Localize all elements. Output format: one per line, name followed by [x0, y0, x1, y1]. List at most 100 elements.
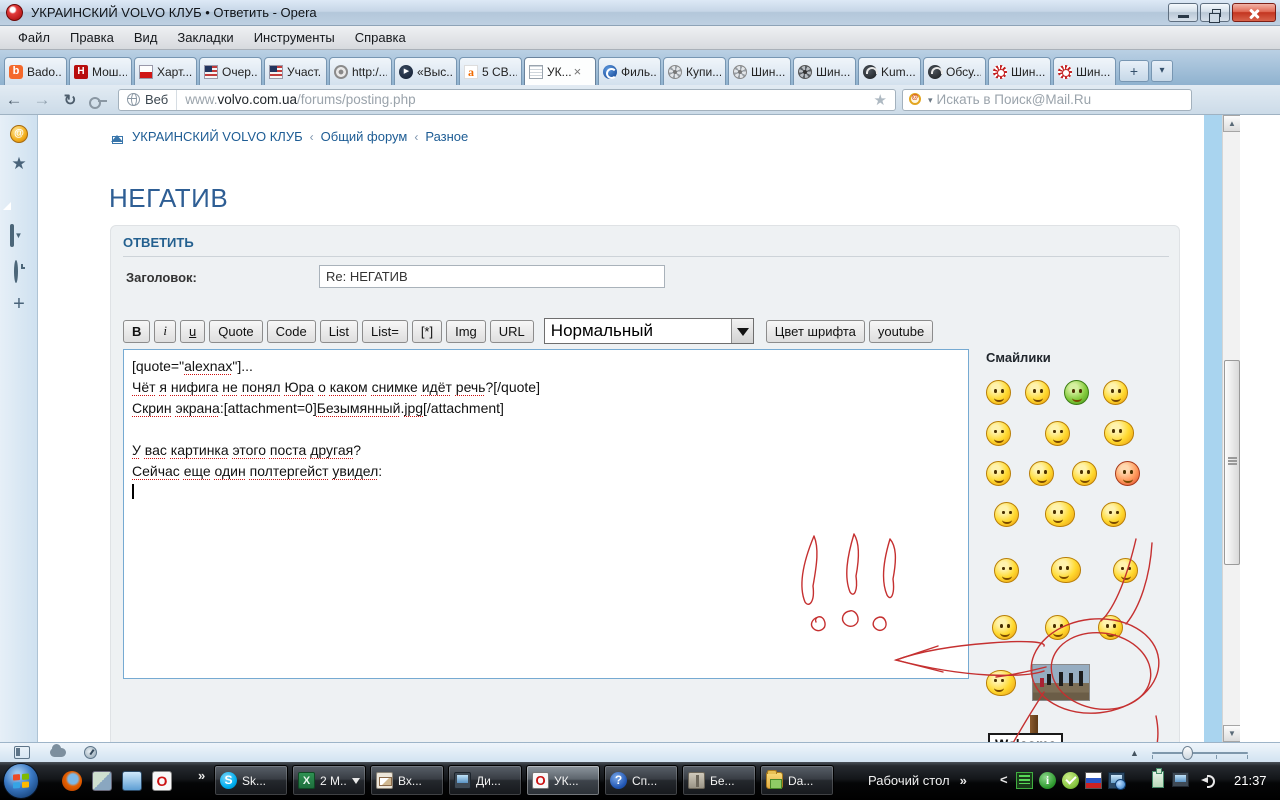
taskbar-button[interactable]: Sk...: [214, 765, 288, 796]
breadcrumb-link[interactable]: Разное: [425, 129, 468, 144]
opera-turbo-icon[interactable]: [84, 746, 97, 759]
bbcode-i-button[interactable]: i: [154, 320, 176, 343]
browser-tab[interactable]: Шин...: [988, 57, 1051, 85]
forward-button[interactable]: →: [28, 90, 56, 110]
explorer-icon[interactable]: [92, 771, 112, 791]
smiley-trash-bag[interactable]: [992, 615, 1017, 640]
menu-item[interactable]: Файл: [8, 27, 60, 48]
tab-close-icon[interactable]: ×: [574, 66, 582, 78]
network-pc-icon[interactable]: [1108, 772, 1125, 789]
browser-tab[interactable]: Харт...: [134, 57, 197, 85]
font-color-button[interactable]: Цвет шрифта: [766, 320, 865, 343]
smiley-monocle[interactable]: [1045, 421, 1070, 446]
bbcode-b-button[interactable]: B: [123, 320, 150, 343]
volume-icon[interactable]: [1197, 772, 1215, 788]
network-icon[interactable]: [1172, 772, 1189, 787]
start-button[interactable]: [3, 763, 39, 799]
browser-tab[interactable]: Kum...: [858, 57, 921, 85]
tray-collapse-chevron[interactable]: <: [1000, 772, 1008, 787]
quick-launch-overflow-chevron[interactable]: »: [198, 768, 205, 783]
smiley-scream[interactable]: [1045, 501, 1075, 527]
smiley-welcome-sign[interactable]: Welcome: [986, 727, 1096, 742]
desktop-toolbar[interactable]: Рабочий стол »: [868, 773, 967, 788]
smiley-viking-axe[interactable]: [1051, 557, 1081, 583]
smiley-sick-green[interactable]: [1064, 380, 1089, 405]
back-button[interactable]: ←: [0, 90, 28, 110]
browser-tab[interactable]: Bado...: [4, 57, 67, 85]
browser-tab[interactable]: Шин...: [1053, 57, 1116, 85]
menu-item[interactable]: Вид: [124, 27, 168, 48]
menu-item[interactable]: Правка: [60, 27, 124, 48]
subject-input[interactable]: [319, 265, 665, 288]
panels-toggle-icon[interactable]: [14, 746, 30, 759]
antivirus-icon[interactable]: [1062, 772, 1079, 789]
browser-tab[interactable]: Филь...: [598, 57, 661, 85]
smiley-wink-point[interactable]: [1072, 461, 1097, 486]
new-tab-button[interactable]: +: [1119, 60, 1149, 82]
bbcode-list-button[interactable]: List: [320, 320, 358, 343]
smiley-facepalm[interactable]: [1103, 380, 1128, 405]
close-button[interactable]: [1232, 3, 1276, 22]
smiley-wave-hello[interactable]: [994, 502, 1019, 527]
smiley-mullet[interactable]: [1098, 615, 1123, 640]
power-icon[interactable]: [1152, 771, 1164, 788]
smiley-surrender[interactable]: [1025, 380, 1050, 405]
browser-tab[interactable]: Участ...: [264, 57, 327, 85]
downloads-icon[interactable]: [10, 224, 14, 247]
menu-item[interactable]: Закладки: [167, 27, 243, 48]
ru-flag-icon[interactable]: [1085, 772, 1102, 789]
smiley-popcorn[interactable]: [994, 558, 1019, 583]
taskbar-button[interactable]: Бе...: [682, 765, 756, 796]
message-textarea[interactable]: [quote="alexnax"]...Чёт я нифига не поня…: [123, 349, 969, 679]
browser-tab[interactable]: Купи...: [663, 57, 726, 85]
info-icon[interactable]: [1039, 772, 1056, 789]
minimize-button[interactable]: [1168, 3, 1198, 22]
bookmarks-star-icon[interactable]: ★: [10, 155, 28, 173]
address-field[interactable]: Веб www.volvo.com.ua/forums/posting.php …: [118, 89, 896, 111]
bbcode-u-button[interactable]: u: [180, 320, 205, 343]
browser-tab[interactable]: Мош...: [69, 57, 132, 85]
browser-tab[interactable]: «Выс...: [394, 57, 457, 85]
scroll-down-icon[interactable]: ▼: [1223, 725, 1240, 742]
password-wand-icon[interactable]: [88, 93, 108, 107]
bbcode-code-button[interactable]: Code: [267, 320, 316, 343]
font-size-select[interactable]: Нормальный: [544, 318, 754, 344]
browser-tab[interactable]: Шин...: [728, 57, 791, 85]
youtube-button[interactable]: youtube: [869, 320, 933, 343]
smiley-shrug[interactable]: [986, 461, 1011, 486]
add-panel-icon[interactable]: +: [10, 295, 28, 313]
bbcode-[*]-button[interactable]: [*]: [412, 320, 442, 343]
photo-thumbnail[interactable]: [1032, 664, 1090, 701]
home-icon[interactable]: [110, 130, 125, 143]
smiley-kiss-pair[interactable]: [986, 670, 1016, 696]
smiley-blush-red[interactable]: [1115, 461, 1140, 486]
select-dropdown-icon[interactable]: [731, 319, 753, 343]
zoom-menu-icon[interactable]: ▲: [1130, 748, 1139, 758]
bbcode-url-button[interactable]: URL: [490, 320, 534, 343]
opera-ql-icon[interactable]: [152, 771, 172, 791]
firefox-icon[interactable]: [62, 771, 82, 791]
zoom-slider[interactable]: [1152, 752, 1248, 754]
search-input[interactable]: ▾ Искать в Поиск@Mail.Ru: [902, 89, 1192, 111]
bbcode-img-button[interactable]: Img: [446, 320, 486, 343]
desktop-toolbar-chevron[interactable]: »: [960, 773, 967, 788]
history-clock-icon[interactable]: [14, 260, 18, 283]
zoom-slider-thumb[interactable]: [1182, 746, 1193, 760]
mail-panel-icon[interactable]: [10, 125, 28, 143]
menu-item[interactable]: Инструменты: [244, 27, 345, 48]
show-desktop-icon[interactable]: [122, 771, 142, 791]
bbcode-list=-button[interactable]: List=: [362, 320, 408, 343]
url-text[interactable]: www.volvo.com.ua/forums/posting.php: [185, 92, 865, 107]
vertical-scrollbar[interactable]: ▲ ▼: [1222, 115, 1240, 742]
browser-tab[interactable]: УК...×: [524, 57, 596, 85]
browser-tab[interactable]: http:/...: [329, 57, 392, 85]
smiley-crying[interactable]: [986, 421, 1011, 446]
smiley-toy-car[interactable]: [1045, 615, 1070, 640]
breadcrumb-link[interactable]: УКРАИНСКИЙ VOLVO КЛУБ: [132, 129, 303, 144]
breadcrumb-link[interactable]: Общий форум: [321, 129, 408, 144]
bookmark-star-icon[interactable]: ★: [866, 91, 895, 109]
opera-unite-cloud-icon[interactable]: [50, 748, 66, 757]
browser-tab[interactable]: 5 СВ...: [459, 57, 522, 85]
taskbar-button[interactable]: Ди...: [448, 765, 522, 796]
smiley-punch[interactable]: [1101, 502, 1126, 527]
